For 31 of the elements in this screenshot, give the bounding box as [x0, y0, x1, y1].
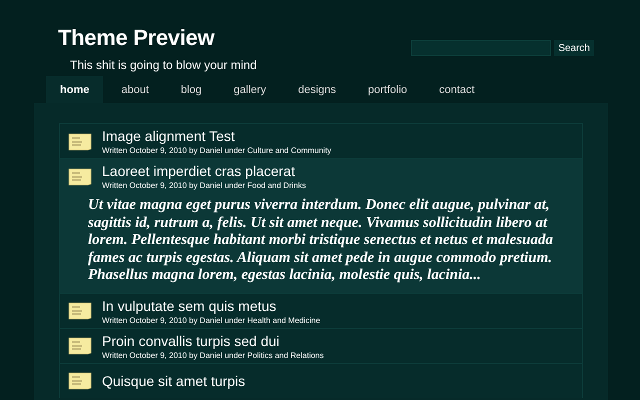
post-meta: Written October 9, 2010 by Daniel under Health and Medicine: [102, 316, 320, 324]
search-field[interactable]: [411, 40, 552, 56]
nav-tab[interactable]: home: [46, 76, 104, 103]
post-item[interactable]: Quisque sit amet turpis: [59, 362, 583, 398]
sticky-note-icon: [68, 372, 92, 390]
post-title[interactable]: Laoreet imperdiet cras placerat: [102, 163, 306, 179]
sticky-note-icon: [68, 302, 92, 320]
post-title[interactable]: Image alignment Test: [102, 128, 332, 144]
nav-tab[interactable]: about: [107, 76, 163, 103]
nav-tab[interactable]: designs: [284, 76, 350, 103]
post-item[interactable]: Proin convallis turpis sed dui Written October 9, 2010 by Daniel under Politics and Relations: [59, 328, 583, 362]
sticky-note-icon: [68, 132, 92, 150]
post-item[interactable]: [59, 158, 583, 292]
post-item[interactable]: Image alignment Test Written October 9, 2010 by Daniel under Culture and Community: [59, 123, 583, 158]
post-excerpt: Ut vitae magna eget purus viverra interdum. Donec elit augue, pulvinar at, sagittis id, rutrum a, felis. Ut sit amet neque. Vivamus sollicitudin libero at lorem. Pellentesque habitant morbi tristique senectus et netus et malesuada fames ac turpis egestas. Aliquam sit amet pede in augue commodo pretium. Phasellus magna lorem, egestas lacinia, molestie quis, lacinia...: [88, 197, 554, 284]
post-title[interactable]: Quisque sit amet turpis: [102, 373, 246, 389]
nav-tab[interactable]: contact: [425, 76, 489, 103]
post-item[interactable]: In vulputate sem quis metus Written October 9, 2010 by Daniel under Health and Medicine: [59, 292, 583, 328]
nav-tab[interactable]: blog: [166, 76, 216, 103]
sticky-note-icon: [68, 168, 92, 186]
search-button[interactable]: Search: [554, 40, 594, 56]
post-title[interactable]: In vulputate sem quis metus: [102, 298, 320, 314]
tagline: This shit is going to blow your mind: [70, 58, 257, 72]
post-meta: Written October 9, 2010 by Daniel under Politics and Relations: [102, 350, 324, 360]
nav-tab[interactable]: gallery: [220, 76, 280, 103]
post-title[interactable]: Proin convallis turpis sed dui: [102, 332, 324, 348]
post-meta: Written October 9, 2010 by Daniel under Culture and Community: [102, 146, 332, 155]
post-meta: Written October 9, 2010 by Daniel under Food and Drinks: [102, 181, 306, 190]
site-title: Theme Preview: [58, 25, 216, 51]
nav-tab[interactable]: portfolio: [354, 76, 422, 103]
sticky-note-icon: [68, 337, 92, 355]
